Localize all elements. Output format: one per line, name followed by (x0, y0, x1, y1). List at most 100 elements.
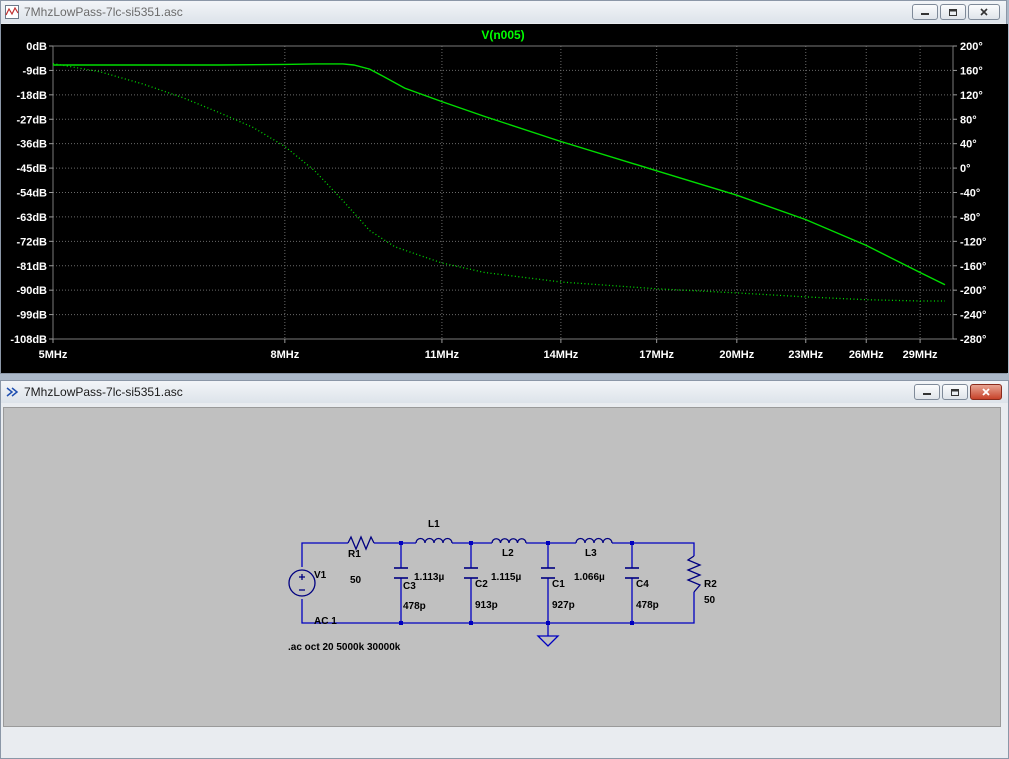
r1-value-label[interactable]: 50 (350, 575, 361, 586)
minimize-icon (921, 13, 929, 15)
y-left-tick-label: -108dB (10, 334, 47, 346)
waveform-icon (5, 5, 19, 19)
l1-value-label[interactable]: 1.113µ (414, 572, 444, 583)
y-right-tick-label: -40° (960, 188, 980, 200)
close-icon (982, 388, 990, 396)
plot-grid (53, 45, 953, 340)
plot-window[interactable]: 7MhzLowPass-7lc-si5351.asc V(n005) 0dB -9… (0, 0, 1008, 374)
l2-name-label[interactable]: L2 (502, 548, 514, 559)
phase-trace[interactable] (52, 62, 945, 302)
capacitor-c1[interactable] (541, 567, 555, 579)
capacitor-c4[interactable] (625, 567, 639, 579)
x-tick-label: 20MHz (719, 349, 754, 361)
close-icon (980, 8, 988, 16)
c1-value-label[interactable]: 927p (552, 600, 575, 611)
y-left-tick-label: -27dB (16, 114, 47, 126)
y-right-tick-label: 80° (960, 114, 977, 126)
c3-name-label[interactable]: C3 (403, 581, 416, 592)
y-right-tick-label: 120° (960, 90, 983, 102)
magnitude-trace[interactable] (53, 63, 946, 286)
minimize-button[interactable] (912, 4, 938, 20)
x-tick-label: 23MHz (788, 349, 823, 361)
bode-plot-canvas[interactable]: V(n005) 0dB -9dB -18dB -27dB -36dB -45dB -54dB… (1, 24, 1008, 373)
inductor-l3[interactable] (575, 537, 613, 544)
y-axis-left: 0dB -9dB -18dB -27dB -36dB -45dB -54dB -63dB -72… (10, 41, 53, 346)
restore-icon (951, 388, 959, 396)
spice-directive[interactable]: .ac oct 20 5000k 30000k (288, 642, 400, 653)
schematic-canvas[interactable]: V1 AC 1 R1 50 L1 1.113µ L2 1.115µ L3 1.0… (3, 407, 1001, 727)
plot-traces (52, 62, 946, 302)
y-right-tick-label: 200° (960, 41, 983, 53)
c2-name-label[interactable]: C2 (475, 579, 488, 590)
c1-name-label[interactable]: C1 (552, 579, 565, 590)
y-axis-right: 200° 160° 120° 80° 40° 0° -40° -80° -120° -160° -2… (953, 41, 986, 346)
voltage-source-v1[interactable] (288, 569, 316, 597)
y-left-tick-label: -63dB (16, 212, 47, 224)
l2-value-label[interactable]: 1.115µ (491, 572, 521, 583)
x-tick-label: 29MHz (903, 349, 938, 361)
maximize-button[interactable] (940, 4, 966, 20)
v1-name-label[interactable]: V1 (314, 570, 326, 581)
y-left-tick-label: -90dB (16, 285, 47, 297)
x-tick-label: 26MHz (849, 349, 884, 361)
resistor-r1[interactable] (347, 535, 375, 551)
y-right-tick-label: -120° (960, 236, 986, 248)
capacitor-c3[interactable] (394, 567, 408, 579)
y-left-tick-label: -99dB (16, 310, 47, 322)
x-tick-label: 5MHz (39, 349, 68, 361)
y-left-tick-label: -54dB (16, 188, 47, 200)
minimize-icon (923, 393, 931, 395)
inductor-l2[interactable] (491, 538, 527, 544)
y-left-tick-label: -72dB (16, 236, 47, 248)
schematic-titlebar[interactable]: 7MhzLowPass-7lc-si5351.asc (1, 381, 1008, 403)
y-left-tick-label: -45dB (16, 163, 47, 175)
y-left-tick-label: -36dB (16, 139, 47, 151)
l1-name-label[interactable]: L1 (428, 519, 440, 530)
x-axis: 5MHz 8MHz 11MHz 14MHz 17MHz 20MHz 23MHz 26MHz 29… (39, 339, 938, 361)
r2-name-label[interactable]: R2 (704, 579, 717, 590)
inductor-l1[interactable] (415, 537, 453, 544)
c4-name-label[interactable]: C4 (636, 579, 649, 590)
v1-value-label[interactable]: AC 1 (314, 616, 337, 627)
l3-value-label[interactable]: 1.066µ (574, 572, 605, 583)
y-left-tick-label: 0dB (26, 41, 47, 53)
trace-name[interactable]: V(n005) (481, 28, 524, 42)
c3-value-label[interactable]: 478p (403, 601, 426, 612)
plot-window-title: 7MhzLowPass-7lc-si5351.asc (24, 5, 183, 19)
y-left-tick-label: -81dB (16, 261, 47, 273)
resistor-r2[interactable] (686, 555, 702, 593)
y-right-tick-label: -280° (960, 334, 986, 346)
c4-value-label[interactable]: 478p (636, 600, 659, 611)
l3-name-label[interactable]: L3 (585, 548, 597, 559)
close-button[interactable] (970, 384, 1002, 400)
plot-titlebar[interactable]: 7MhzLowPass-7lc-si5351.asc (1, 1, 1006, 23)
c2-value-label[interactable]: 913p (475, 600, 498, 611)
x-tick-label: 14MHz (543, 349, 578, 361)
maximize-button[interactable] (942, 384, 968, 400)
y-right-tick-label: -160° (960, 261, 986, 273)
y-right-tick-label: -80° (960, 212, 980, 224)
schematic-window[interactable]: 7MhzLowPass-7lc-si5351.asc V1 AC 1 R1 50… (0, 380, 1009, 759)
y-right-tick-label: 160° (960, 65, 983, 77)
x-tick-label: 11MHz (425, 349, 460, 361)
y-right-tick-label: 0° (960, 163, 971, 175)
x-tick-label: 17MHz (639, 349, 674, 361)
r1-name-label[interactable]: R1 (348, 549, 361, 560)
circuit-diagram[interactable] (4, 408, 1002, 728)
junctions (399, 541, 634, 625)
restore-icon (949, 8, 957, 16)
bode-plot[interactable]: V(n005) 0dB -9dB -18dB -27dB -36dB -45dB -54dB… (1, 24, 1008, 373)
close-button[interactable] (968, 4, 1000, 20)
minimize-button[interactable] (914, 384, 940, 400)
capacitor-c2[interactable] (464, 567, 478, 579)
y-left-tick-label: -9dB (23, 65, 48, 77)
x-tick-label: 8MHz (270, 349, 299, 361)
r2-value-label[interactable]: 50 (704, 595, 715, 606)
schematic-icon (6, 387, 19, 397)
y-right-tick-label: 40° (960, 139, 977, 151)
y-right-tick-label: -200° (960, 285, 986, 297)
y-right-tick-label: -240° (960, 310, 986, 322)
y-left-tick-label: -18dB (16, 90, 47, 102)
ground-icon[interactable] (536, 635, 560, 647)
schematic-window-title: 7MhzLowPass-7lc-si5351.asc (24, 385, 183, 399)
